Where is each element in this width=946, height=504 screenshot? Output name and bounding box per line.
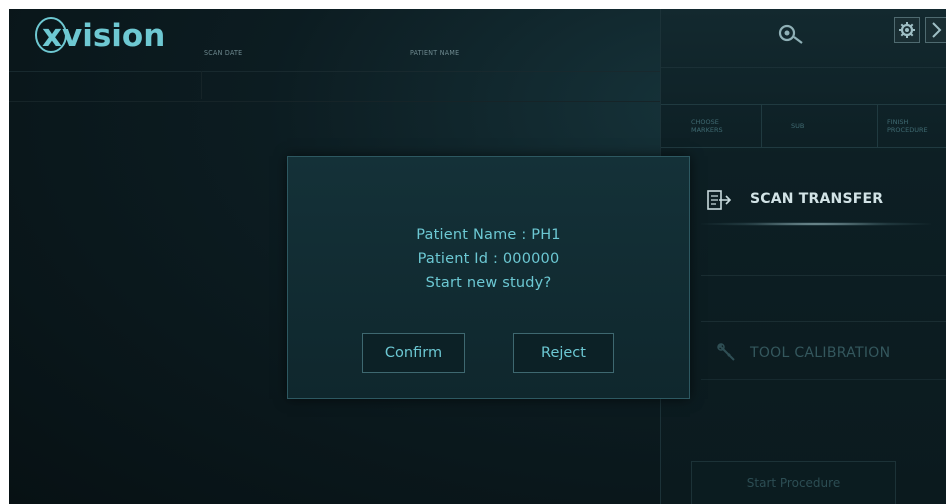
active-item-underline — [701, 222, 931, 226]
tool-calibration-item[interactable]: TOOL CALIBRATION — [750, 345, 890, 361]
confirm-button[interactable]: Confirm — [362, 333, 465, 373]
column-header-patient-name[interactable]: PATIENT NAME — [410, 49, 459, 57]
scan-transfer-item[interactable]: SCAN TRANSFER — [750, 191, 883, 207]
procedure-steps-bar: CHOOSE MARKERS SUB FINISH PROCEDURE — [661, 104, 946, 148]
app-window: xvision SCAN DATE PATIENT NAME CHOOSE MA… — [9, 9, 946, 504]
step-divider — [877, 105, 878, 147]
header-divider — [9, 71, 660, 72]
right-panel-divider — [661, 67, 946, 68]
column-divider — [201, 71, 202, 99]
step-divider — [761, 105, 762, 147]
column-header-scan-date[interactable]: SCAN DATE — [204, 49, 242, 57]
step-sub[interactable]: SUB — [791, 105, 831, 147]
close-icon — [932, 22, 942, 38]
dialog-patient-name: Patient Name : PH1 — [416, 227, 561, 243]
scan-transfer-icon — [707, 190, 732, 210]
step-choose-markers[interactable]: CHOOSE MARKERS — [691, 105, 751, 147]
menu-divider — [701, 321, 946, 322]
start-procedure-button[interactable]: Start Procedure — [691, 461, 896, 504]
gear-icon — [899, 22, 915, 38]
menu-divider — [701, 275, 946, 276]
right-panel: CHOOSE MARKERS SUB FINISH PROCEDURE SCAN… — [661, 9, 946, 504]
table-divider — [9, 101, 660, 102]
xvision-logo: xvision — [35, 17, 165, 54]
tool-calibration-icon — [717, 343, 735, 361]
svg-text:xvision: xvision — [42, 18, 165, 54]
user-icon[interactable] — [778, 23, 806, 45]
new-study-dialog: Patient Name : PH1 Patient Id : 000000 S… — [287, 156, 690, 399]
reject-button[interactable]: Reject — [513, 333, 614, 373]
menu-divider — [701, 379, 946, 380]
close-button[interactable] — [925, 17, 946, 43]
step-finish-procedure[interactable]: FINISH PROCEDURE — [887, 105, 946, 147]
dialog-patient-id: Patient Id : 000000 — [417, 251, 560, 267]
settings-button[interactable] — [894, 17, 920, 43]
dialog-question: Start new study? — [425, 275, 552, 291]
